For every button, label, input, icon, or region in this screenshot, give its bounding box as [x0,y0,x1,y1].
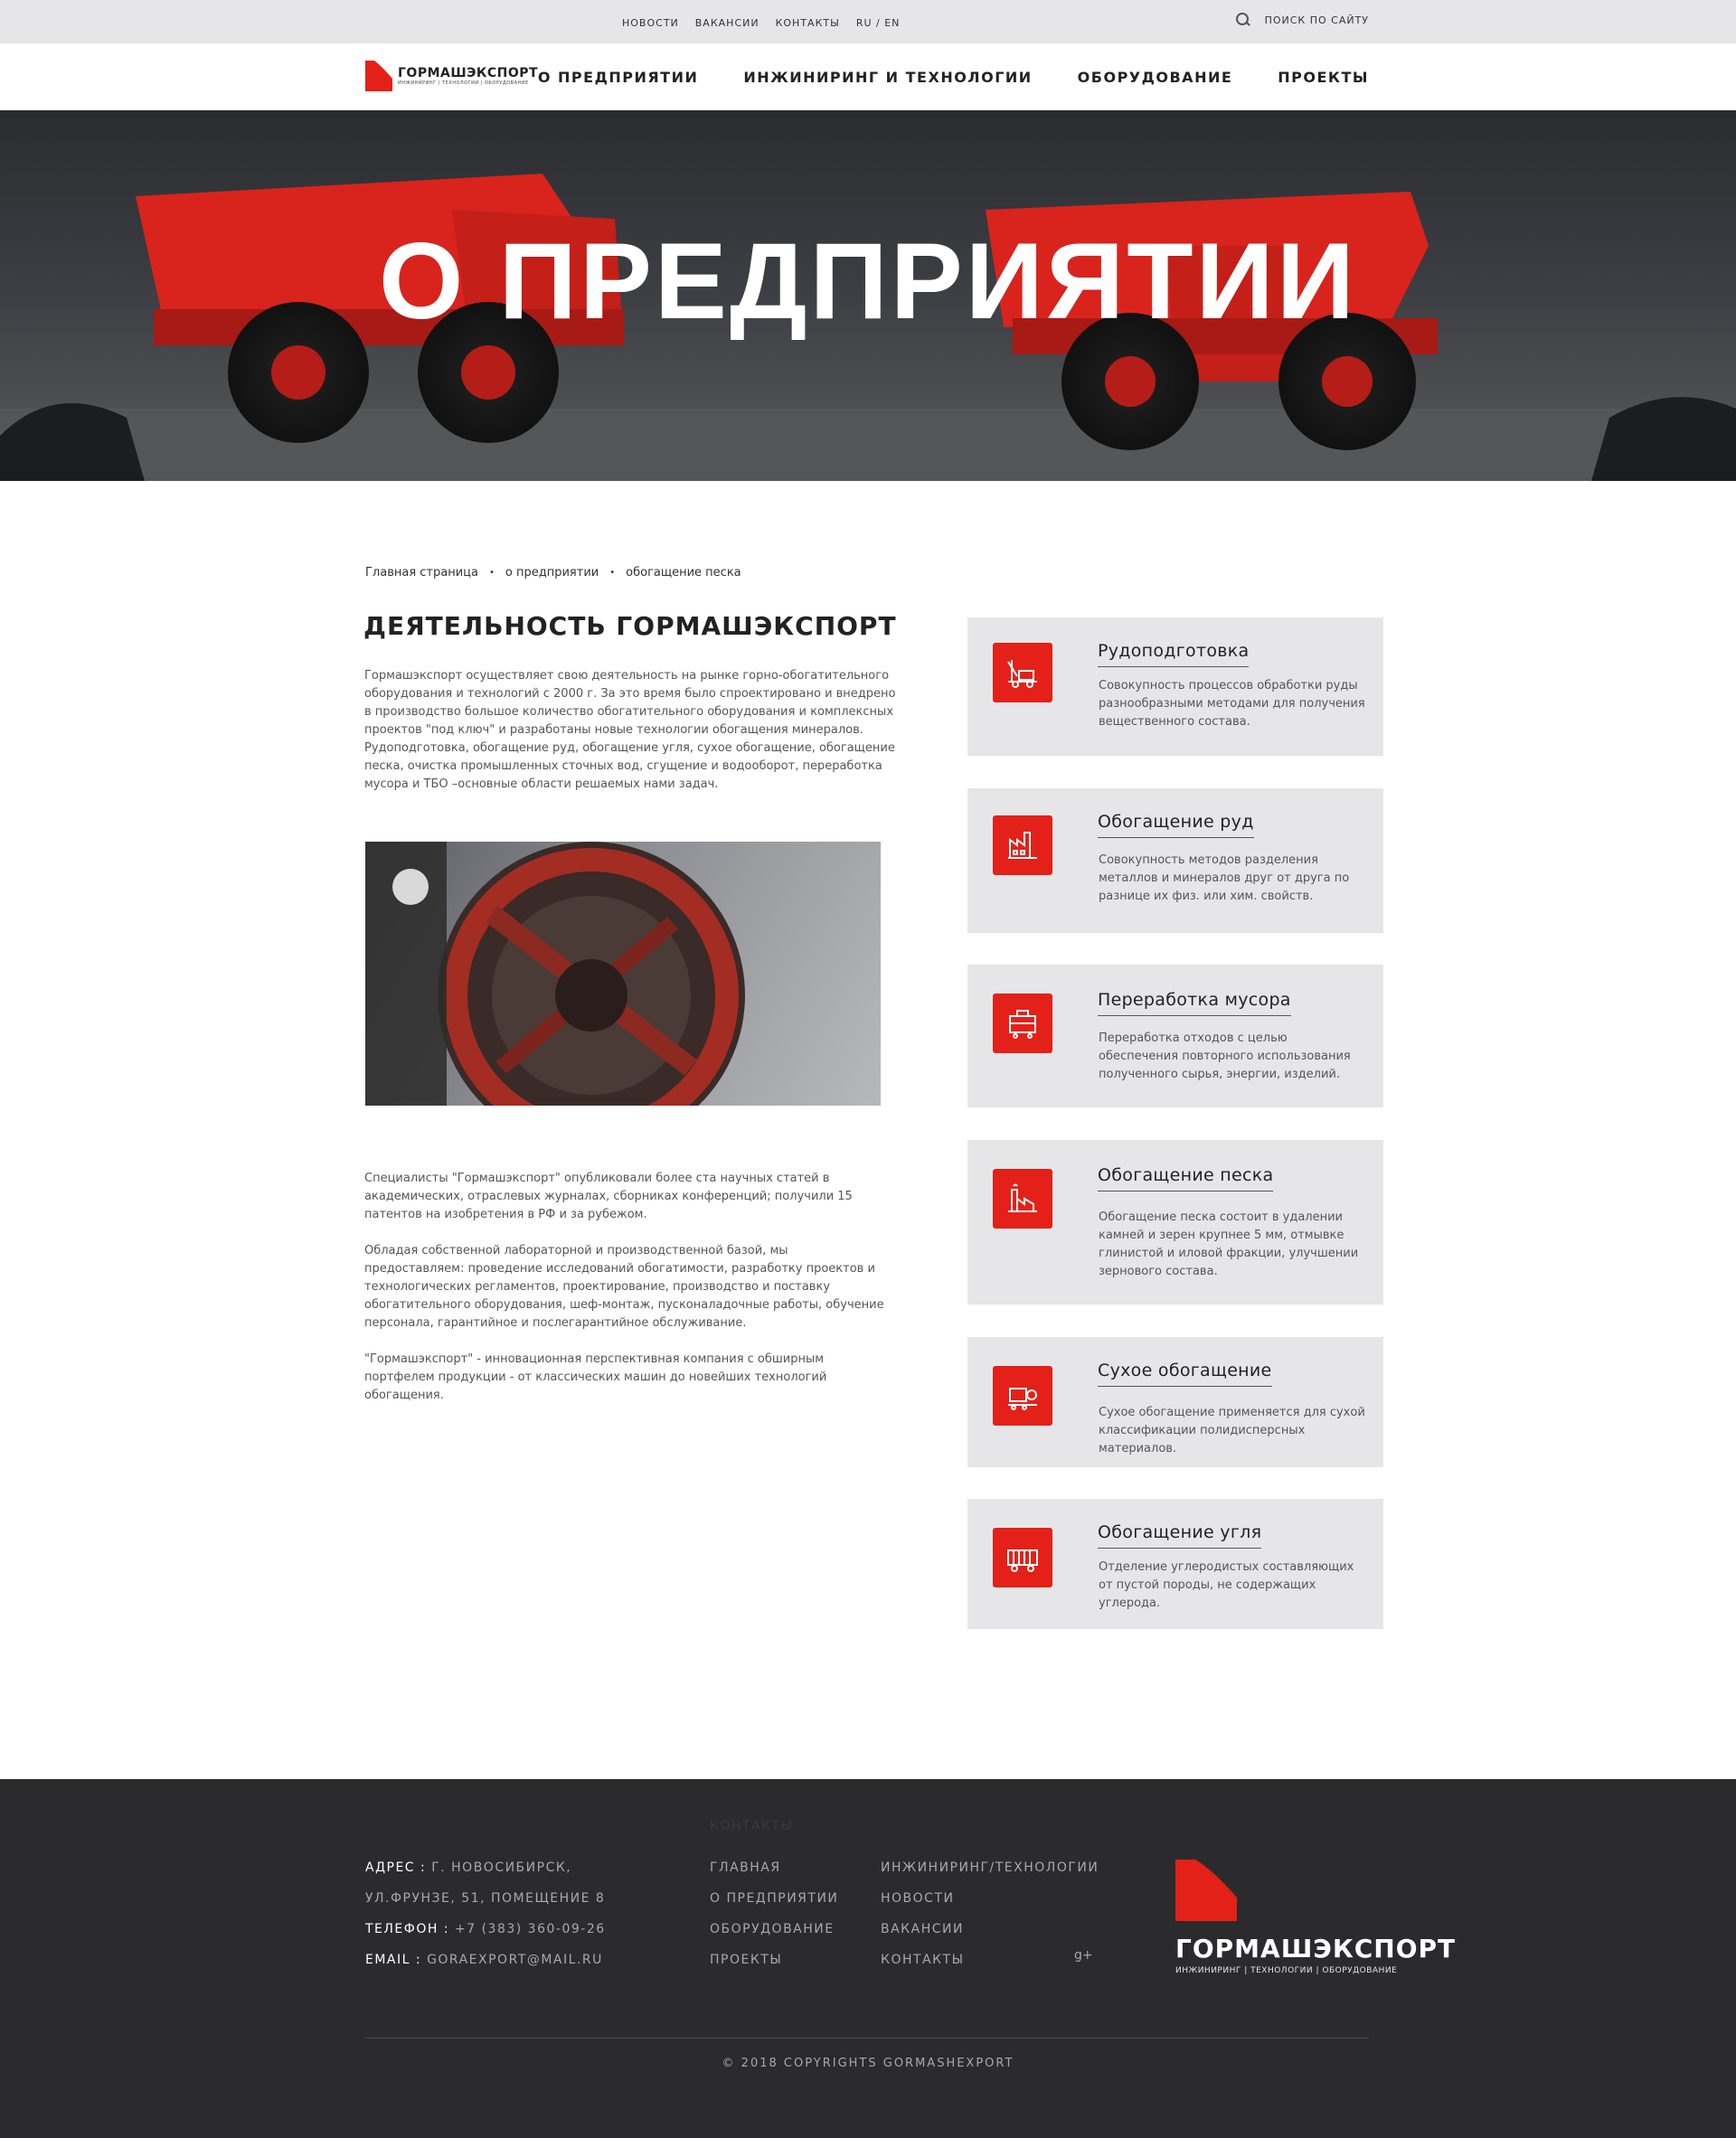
card-description: Совокупность методов разделения металлов… [1099,853,1350,903]
footer-link-vacancies[interactable]: ВАКАНСИИ [881,1914,1099,1945]
footer-link-about[interactable]: О ПРЕДПРИЯТИИ [710,1883,838,1914]
service-card-ore-enrichment[interactable]: Обогащение руд Совокупность методов разд… [967,788,1383,933]
intro-paragraph: Гормашэкспорт осуществляет свою деятельн… [364,669,896,791]
footer-link-home[interactable]: ГЛАВНАЯ [710,1852,838,1883]
footer-divider [365,2038,1369,2039]
service-card-dry-enrichment[interactable]: Сухое обогащение Сухое обогащение примен… [967,1337,1383,1467]
breadcrumb-current: обогащение песка [626,566,741,579]
nav-projects[interactable]: ПРОЕКТЫ [1278,69,1369,86]
footer-menu-2: ИНЖИНИРИНГ/ТЕХНОЛОГИИ НОВОСТИ ВАКАНСИИ К… [881,1852,1099,1975]
top-link-vacancies[interactable]: ВАКАНСИИ [695,17,760,29]
bucket-wheel-excavator-image [365,842,881,1106]
card-title: Переработка мусора [1098,990,1291,1016]
nav-equipment[interactable]: ОБОРУДОВАНИЕ [1078,69,1233,86]
footer-logo-tagline: ИНЖИНИРИНГ | ТЕХНОЛОГИИ | ОБОРУДОВАНИЕ [1175,1966,1398,1975]
breadcrumb-separator: • [609,568,616,578]
main-nav: О ПРЕДПРИЯТИИ ИНЖИНИРИНГ И ТЕХНОЛОГИИ ОБ… [538,69,1369,86]
separator-machine-icon [993,1366,1052,1426]
footer-phone[interactable]: ТЕЛЕФОН : +7 (383) 360-09-26 [365,1914,606,1945]
coal-wagon-icon [993,1528,1052,1587]
footer [0,1779,1736,2138]
footer-link-engineering[interactable]: ИНЖИНИРИНГ/ТЕХНОЛОГИИ [881,1852,1099,1883]
services-paragraph: Обладая собственной лабораторной и произ… [364,1244,884,1330]
nav-about[interactable]: О ПРЕДПРИЯТИИ [538,69,699,86]
company-paragraph: "Гормашэкспорт" - инновационная перспект… [364,1352,827,1402]
body-text: Специалисты "Гормашэкспорт" опубликовали… [364,1170,889,1423]
card-title: Обогащение песка [1098,1165,1274,1191]
logo-name: ГОРМАШЭКСПОРТ [398,66,539,80]
drill-rig-icon [993,643,1052,702]
footer-contacts: АДРЕС : Г. НОВОСИБИРСК, УЛ.ФРУНЗЕ, 51, П… [365,1852,606,1975]
copyright: © 2018 COPYRIGHTS GORMASHEXPORT [722,2057,1014,2070]
footer-ghost-heading: КОНТАКТЫ [710,1819,794,1833]
card-description: Отделение углеродистых составляющих от п… [1099,1560,1354,1610]
card-description: Обогащение песка состоит в удалении камн… [1099,1210,1359,1278]
footer-address-line2: УЛ.ФРУНЗЕ, 51, ПОМЕЩЕНИЕ 8 [365,1891,606,1906]
top-link-contacts[interactable]: КОНТАКТЫ [776,17,840,29]
card-title: Сухое обогащение [1098,1361,1272,1387]
logo-tagline: ИНЖИНИРИНГ | ТЕХНОЛОГИИ | ОБОРУДОВАНИЕ [398,80,529,86]
google-plus-icon[interactable]: g+ [1074,1948,1093,1963]
logo-mark-icon [365,61,392,91]
breadcrumb-separator: • [489,568,495,578]
footer-link-news[interactable]: НОВОСТИ [881,1883,1099,1914]
search-label[interactable]: ПОИСК ПО САЙТУ [1265,14,1369,26]
breadcrumb-home[interactable]: Главная страница [365,566,478,579]
card-title: Обогащение руд [1098,812,1254,838]
card-description: Сухое обогащение применяется для сухой к… [1099,1406,1365,1455]
top-bar: НОВОСТИ ВАКАНСИИ КОНТАКТЫ RU / EN ПОИСК … [0,0,1736,43]
patents-paragraph: Специалисты "Гормашэкспорт" опубликовали… [364,1172,853,1221]
footer-link-contacts[interactable]: КОНТАКТЫ [881,1945,1099,1975]
breadcrumb-about[interactable]: о предприятии [505,566,599,579]
card-title: Обогащение угля [1098,1522,1262,1549]
footer-logo-mark-icon [1175,1860,1237,1921]
card-description: Совокупность процессов обработки руды ра… [1099,679,1365,729]
factory-icon [993,815,1052,875]
recycling-machine-icon [993,994,1052,1053]
service-card-waste-recycling[interactable]: Переработка мусора Переработка отходов с… [967,965,1383,1107]
main-header: ГОРМАШЭКСПОРТ ИНЖИНИРИНГ | ТЕХНОЛОГИИ | … [0,43,1736,110]
plant-chimney-icon [993,1169,1052,1229]
footer-menu-1: ГЛАВНАЯ О ПРЕДПРИЯТИИ ОБОРУДОВАНИЕ ПРОЕК… [710,1852,838,1975]
breadcrumb: Главная страница • о предприятии • обога… [365,566,741,579]
footer-email[interactable]: EMAIL : GORAEXPORT@MAIL.RU [365,1945,606,1975]
nav-engineering[interactable]: ИНЖИНИРИНГ И ТЕХНОЛОГИИ [743,69,1032,86]
site-search[interactable]: ПОИСК ПО САЙТУ [1235,13,1369,27]
excavator-illustration [365,842,745,1106]
footer-address-line1: АДРЕС : Г. НОВОСИБИРСК, [365,1860,572,1875]
search-icon[interactable] [1235,13,1250,27]
service-card-ore-preparation[interactable]: Рудоподготовка Совокупность процессов об… [967,617,1383,756]
footer-link-projects[interactable]: ПРОЕКТЫ [710,1945,838,1975]
service-card-sand-enrichment[interactable]: Обогащение песка Обогащение песка состои… [967,1140,1383,1304]
top-links: НОВОСТИ ВАКАНСИИ КОНТАКТЫ RU / EN [622,17,900,29]
service-card-coal-enrichment[interactable]: Обогащение угля Отделение углеродистых с… [967,1499,1383,1629]
page-heading: ДЕЯТЕЛЬНОСТЬ ГОРМАШЭКСПОРТ [363,611,897,641]
hero-banner: О ПРЕДПРИЯТИИ [0,110,1736,481]
hero-title: О ПРЕДПРИЯТИИ [378,221,1358,342]
footer-logo-name: ГОРМАШЭКСПОРТ [1175,1934,1457,1964]
language-switch[interactable]: RU / EN [856,17,901,29]
footer-link-equipment[interactable]: ОБОРУДОВАНИЕ [710,1914,838,1945]
logo[interactable]: ГОРМАШЭКСПОРТ ИНЖИНИРИНГ | ТЕХНОЛОГИИ | … [365,61,538,91]
card-title: Рудоподготовка [1098,641,1250,667]
top-link-news[interactable]: НОВОСТИ [622,17,679,29]
card-description: Переработка отходов с целью обеспечения … [1099,1031,1351,1081]
